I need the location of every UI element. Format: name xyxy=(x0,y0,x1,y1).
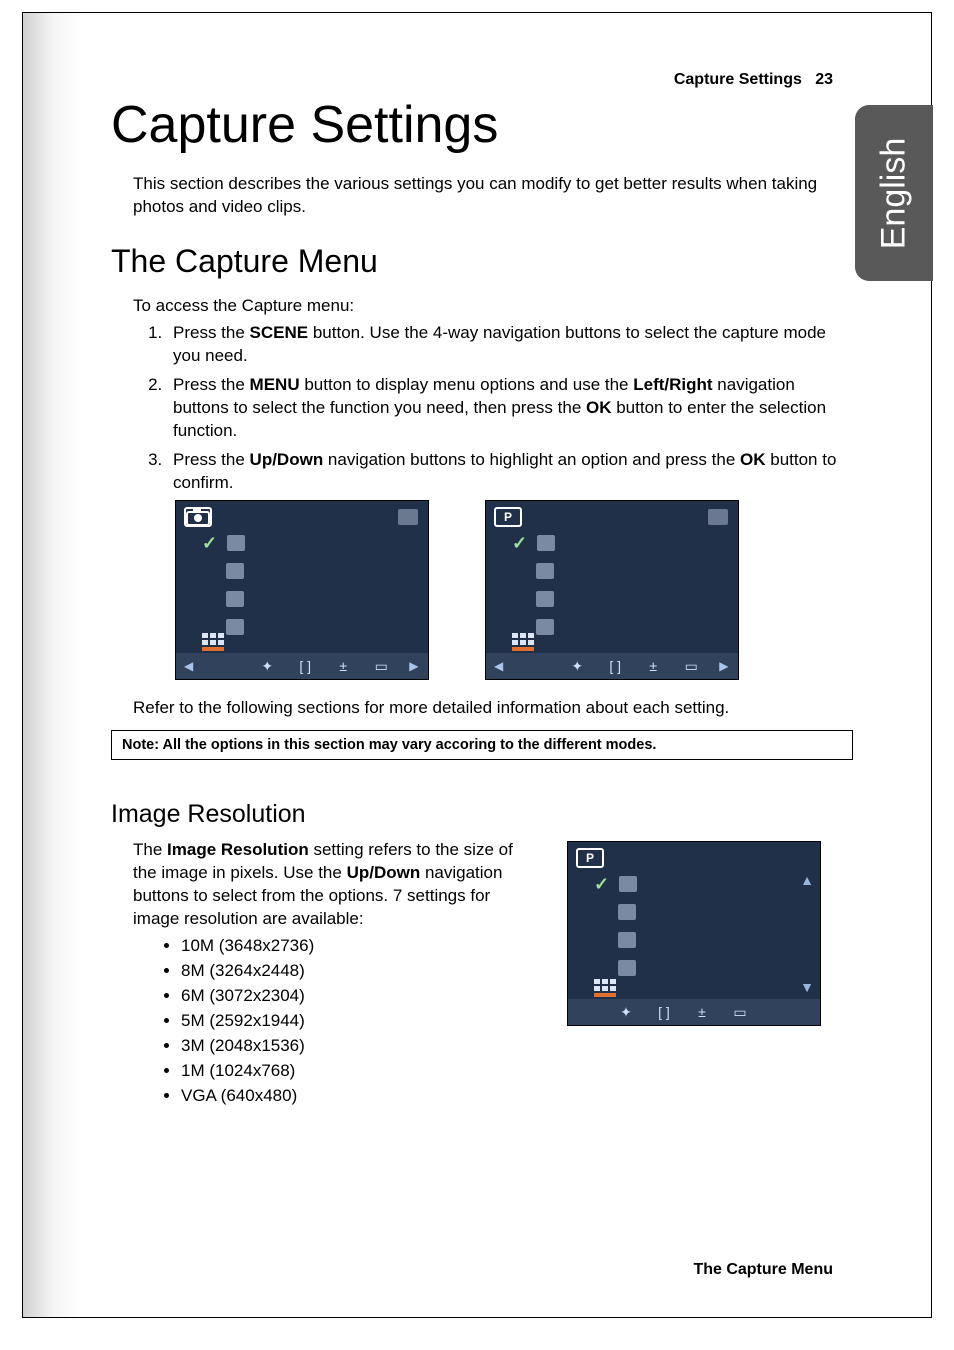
resolution-tab-icon xyxy=(594,979,616,997)
quality-tab-icon: ✦ xyxy=(567,657,587,675)
menu-screenshot-camera-mode: ✓ ◀ ✦ [ ] ± ▭ ▶ xyxy=(175,500,429,680)
menu-options-list: ✓ xyxy=(512,529,732,641)
option-thumb xyxy=(618,932,636,948)
menu-tab-bar: ◀ ✦ [ ] ± ▭ ▶ xyxy=(176,653,428,679)
header-section: Capture Settings xyxy=(674,71,802,88)
refer-line: Refer to the following sections for more… xyxy=(133,698,855,718)
resolution-tab-icon xyxy=(512,633,534,651)
check-icon: ✓ xyxy=(594,874,609,895)
menu-options-list: ✓ xyxy=(202,529,422,641)
menu-options-list: ✓ xyxy=(594,870,814,982)
resolution-item: 8M (3264x2448) xyxy=(181,960,541,983)
option-thumb xyxy=(536,619,554,635)
option-thumb xyxy=(618,904,636,920)
resolution-item: 1M (1024x768) xyxy=(181,1060,541,1083)
nav-left-icon: ◀ xyxy=(184,659,193,673)
page-frame: Capture Settings 23 English Capture Sett… xyxy=(22,12,932,1318)
focus-tab-icon: [ ] xyxy=(295,657,315,675)
scroll-arrows: ▲ ▼ xyxy=(798,872,816,995)
option-thumb xyxy=(537,535,555,551)
resolution-item: 10M (3648x2736) xyxy=(181,935,541,958)
nav-right-icon: ▶ xyxy=(719,659,728,673)
p-mode-icon: P xyxy=(494,507,522,527)
resolution-tab-icon xyxy=(202,633,224,651)
step-2: Press the MENU button to display menu op… xyxy=(167,374,855,443)
exposure-tab-icon: ± xyxy=(333,657,353,675)
arrow-up-icon: ▲ xyxy=(800,872,814,888)
drive-tab-icon: ▭ xyxy=(730,1003,750,1021)
nav-left-icon: ◀ xyxy=(494,659,503,673)
check-icon: ✓ xyxy=(512,533,527,554)
focus-tab-icon: [ ] xyxy=(654,1003,674,1021)
resolution-item: 5M (2592x1944) xyxy=(181,1010,541,1033)
resolution-item: 6M (3072x2304) xyxy=(181,985,541,1008)
resolution-list: 10M (3648x2736) 8M (3264x2448) 6M (3072x… xyxy=(181,935,541,1108)
subsection-heading-image-resolution: Image Resolution xyxy=(111,800,855,829)
nav-right-icon: ▶ xyxy=(409,659,418,673)
image-resolution-text: The Image Resolution setting refers to t… xyxy=(111,839,541,1109)
quality-tab-icon: ✦ xyxy=(257,657,277,675)
header-thumb-icon xyxy=(708,509,728,525)
page-header: Capture Settings 23 xyxy=(674,71,833,89)
drive-tab-icon: ▭ xyxy=(371,657,391,675)
option-thumb xyxy=(536,563,554,579)
focus-tab-icon: [ ] xyxy=(605,657,625,675)
access-line: To access the Capture menu: xyxy=(133,296,855,316)
steps-list: Press the SCENE button. Use the 4-way na… xyxy=(167,322,855,495)
content-area: Capture Settings This section describes … xyxy=(111,95,855,1110)
menu-screenshots-row: ✓ ◀ ✦ [ ] ± ▭ ▶ xyxy=(175,500,855,680)
option-thumb xyxy=(226,591,244,607)
step-3: Press the Up/Down navigation buttons to … xyxy=(167,449,855,495)
language-label: English xyxy=(875,137,914,249)
page-title: Capture Settings xyxy=(111,95,855,155)
header-thumb-icon xyxy=(398,509,418,525)
header-page-number: 23 xyxy=(815,71,833,88)
arrow-down-icon: ▼ xyxy=(800,979,814,995)
intro-paragraph: This section describes the various setti… xyxy=(133,173,855,219)
section-heading-capture-menu: The Capture Menu xyxy=(111,243,855,280)
option-thumb xyxy=(226,619,244,635)
check-icon: ✓ xyxy=(202,533,217,554)
image-resolution-row: The Image Resolution setting refers to t… xyxy=(111,839,855,1109)
option-thumb xyxy=(536,591,554,607)
menu-tab-bar: ◀ ✦ [ ] ± ▭ ▶ xyxy=(486,653,738,679)
option-thumb xyxy=(618,960,636,976)
resolution-item: 3M (2048x1536) xyxy=(181,1035,541,1058)
camera-mode-icon xyxy=(184,507,212,527)
option-thumb xyxy=(227,535,245,551)
option-thumb xyxy=(619,876,637,892)
drive-tab-icon: ▭ xyxy=(681,657,701,675)
menu-screenshot-p-mode: P ✓ ◀ ✦ [ ] ± xyxy=(485,500,739,680)
option-thumb xyxy=(226,563,244,579)
quality-tab-icon: ✦ xyxy=(616,1003,636,1021)
resolution-menu-screenshot: P ✓ ▲ ▼ ✦ [ ] xyxy=(567,841,821,1026)
note-box: Note: All the options in this section ma… xyxy=(111,730,853,760)
language-tab: English xyxy=(855,105,933,281)
footer-section-label: The Capture Menu xyxy=(693,1261,833,1279)
step-1: Press the SCENE button. Use the 4-way na… xyxy=(167,322,855,368)
menu-tab-bar: ✦ [ ] ± ▭ xyxy=(568,999,820,1025)
exposure-tab-icon: ± xyxy=(692,1003,712,1021)
resolution-item: VGA (640x480) xyxy=(181,1085,541,1108)
exposure-tab-icon: ± xyxy=(643,657,663,675)
p-mode-icon: P xyxy=(576,848,604,868)
